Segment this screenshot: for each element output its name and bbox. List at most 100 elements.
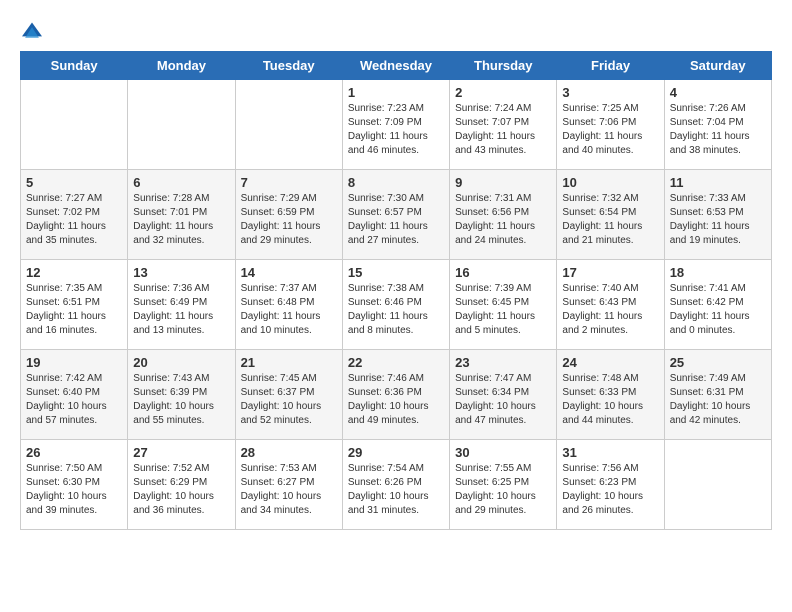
calendar-cell: 20 Sunrise: 7:43 AM Sunset: 6:39 PM Dayli… <box>128 350 235 440</box>
day-info: Sunrise: 7:23 AM Sunset: 7:09 PM Dayligh… <box>348 102 444 158</box>
calendar-week-row: 1 Sunrise: 7:23 AM Sunset: 7:09 PM Daylig… <box>21 80 772 170</box>
calendar-cell: 4Sunrise: 7:26 AM Sunset: 7:04 PM Daylig… <box>664 80 771 170</box>
calendar-cell: 11 Sunrise: 7:33 AM Sunset: 6:53 PM Dayli… <box>664 170 771 260</box>
calendar-cell: 17Sunrise: 7:40 AM Sunset: 6:43 PM Dayli… <box>557 260 664 350</box>
day-info: Sunrise: 7:38 AM Sunset: 6:46 PM Dayligh… <box>348 282 444 338</box>
day-number: 9 <box>455 175 551 190</box>
calendar-cell: 12 Sunrise: 7:35 AM Sunset: 6:51 PM Dayli… <box>21 260 128 350</box>
day-number: 8 <box>348 175 444 190</box>
weekday-header-friday: Friday <box>557 52 664 80</box>
day-info: Sunrise: 7:42 AM Sunset: 6:40 PM Dayligh… <box>26 372 122 428</box>
day-number: 24 <box>562 355 658 370</box>
calendar-cell <box>664 440 771 530</box>
day-number: 17 <box>562 265 658 280</box>
day-info: Sunrise: 7:32 AM Sunset: 6:54 PM Dayligh… <box>562 192 658 248</box>
day-number: 12 <box>26 265 122 280</box>
calendar-cell: 21Sunrise: 7:45 AM Sunset: 6:37 PM Dayli… <box>235 350 342 440</box>
day-number: 5 <box>26 175 122 190</box>
weekday-header-wednesday: Wednesday <box>342 52 449 80</box>
day-number: 4 <box>670 85 766 100</box>
day-number: 16 <box>455 265 551 280</box>
calendar-cell <box>128 80 235 170</box>
calendar-cell: 8 Sunrise: 7:30 AM Sunset: 6:57 PM Daylig… <box>342 170 449 260</box>
calendar-cell: 13Sunrise: 7:36 AM Sunset: 6:49 PM Dayli… <box>128 260 235 350</box>
day-number: 27 <box>133 445 229 460</box>
weekday-header-thursday: Thursday <box>450 52 557 80</box>
day-info: Sunrise: 7:54 AM Sunset: 6:26 PM Dayligh… <box>348 462 444 518</box>
day-number: 18 <box>670 265 766 280</box>
day-info: Sunrise: 7:43 AM Sunset: 6:39 PM Dayligh… <box>133 372 229 428</box>
calendar-cell: 18Sunrise: 7:41 AM Sunset: 6:42 PM Dayli… <box>664 260 771 350</box>
day-info: Sunrise: 7:35 AM Sunset: 6:51 PM Dayligh… <box>26 282 122 338</box>
calendar-cell: 5 Sunrise: 7:27 AM Sunset: 7:02 PM Daylig… <box>21 170 128 260</box>
calendar-week-row: 12 Sunrise: 7:35 AM Sunset: 6:51 PM Dayli… <box>21 260 772 350</box>
weekday-header-monday: Monday <box>128 52 235 80</box>
day-number: 23 <box>455 355 551 370</box>
day-info: Sunrise: 7:29 AM Sunset: 6:59 PM Dayligh… <box>241 192 337 248</box>
day-info: Sunrise: 7:46 AM Sunset: 6:36 PM Dayligh… <box>348 372 444 428</box>
day-info: Sunrise: 7:37 AM Sunset: 6:48 PM Dayligh… <box>241 282 337 338</box>
day-number: 19 <box>26 355 122 370</box>
calendar-week-row: 19 Sunrise: 7:42 AM Sunset: 6:40 PM Dayli… <box>21 350 772 440</box>
day-number: 1 <box>348 85 444 100</box>
calendar-cell: 23Sunrise: 7:47 AM Sunset: 6:34 PM Dayli… <box>450 350 557 440</box>
calendar-cell: 22 Sunrise: 7:46 AM Sunset: 6:36 PM Dayli… <box>342 350 449 440</box>
day-number: 2 <box>455 85 551 100</box>
calendar-cell: 29 Sunrise: 7:54 AM Sunset: 6:26 PM Dayli… <box>342 440 449 530</box>
day-info: Sunrise: 7:30 AM Sunset: 6:57 PM Dayligh… <box>348 192 444 248</box>
day-number: 22 <box>348 355 444 370</box>
logo <box>20 20 48 41</box>
day-info: Sunrise: 7:49 AM Sunset: 6:31 PM Dayligh… <box>670 372 766 428</box>
calendar-cell: 31 Sunrise: 7:56 AM Sunset: 6:23 PM Dayli… <box>557 440 664 530</box>
calendar-cell: 6 Sunrise: 7:28 AM Sunset: 7:01 PM Daylig… <box>128 170 235 260</box>
calendar-cell: 9 Sunrise: 7:31 AM Sunset: 6:56 PM Daylig… <box>450 170 557 260</box>
calendar-week-row: 5 Sunrise: 7:27 AM Sunset: 7:02 PM Daylig… <box>21 170 772 260</box>
day-number: 25 <box>670 355 766 370</box>
logo-icon <box>20 21 44 41</box>
day-info: Sunrise: 7:56 AM Sunset: 6:23 PM Dayligh… <box>562 462 658 518</box>
calendar-cell: 26Sunrise: 7:50 AM Sunset: 6:30 PM Dayli… <box>21 440 128 530</box>
calendar-cell: 10 Sunrise: 7:32 AM Sunset: 6:54 PM Dayli… <box>557 170 664 260</box>
day-number: 20 <box>133 355 229 370</box>
calendar-cell: 28 Sunrise: 7:53 AM Sunset: 6:27 PM Dayli… <box>235 440 342 530</box>
calendar-cell: 2 Sunrise: 7:24 AM Sunset: 7:07 PM Daylig… <box>450 80 557 170</box>
calendar-cell: 15 Sunrise: 7:38 AM Sunset: 6:46 PM Dayli… <box>342 260 449 350</box>
calendar-cell <box>235 80 342 170</box>
calendar-cell: 14 Sunrise: 7:37 AM Sunset: 6:48 PM Dayli… <box>235 260 342 350</box>
day-info: Sunrise: 7:39 AM Sunset: 6:45 PM Dayligh… <box>455 282 551 338</box>
calendar-cell: 1 Sunrise: 7:23 AM Sunset: 7:09 PM Daylig… <box>342 80 449 170</box>
day-info: Sunrise: 7:25 AM Sunset: 7:06 PM Dayligh… <box>562 102 658 158</box>
calendar-cell: 19 Sunrise: 7:42 AM Sunset: 6:40 PM Dayli… <box>21 350 128 440</box>
day-info: Sunrise: 7:45 AM Sunset: 6:37 PM Dayligh… <box>241 372 337 428</box>
day-info: Sunrise: 7:33 AM Sunset: 6:53 PM Dayligh… <box>670 192 766 248</box>
day-number: 31 <box>562 445 658 460</box>
day-info: Sunrise: 7:55 AM Sunset: 6:25 PM Dayligh… <box>455 462 551 518</box>
day-number: 28 <box>241 445 337 460</box>
day-number: 7 <box>241 175 337 190</box>
page-header <box>20 20 772 41</box>
day-info: Sunrise: 7:24 AM Sunset: 7:07 PM Dayligh… <box>455 102 551 158</box>
day-number: 30 <box>455 445 551 460</box>
calendar-cell: 16 Sunrise: 7:39 AM Sunset: 6:45 PM Dayli… <box>450 260 557 350</box>
calendar-week-row: 26Sunrise: 7:50 AM Sunset: 6:30 PM Dayli… <box>21 440 772 530</box>
day-info: Sunrise: 7:28 AM Sunset: 7:01 PM Dayligh… <box>133 192 229 248</box>
day-info: Sunrise: 7:50 AM Sunset: 6:30 PM Dayligh… <box>26 462 122 518</box>
day-info: Sunrise: 7:53 AM Sunset: 6:27 PM Dayligh… <box>241 462 337 518</box>
day-info: Sunrise: 7:36 AM Sunset: 6:49 PM Dayligh… <box>133 282 229 338</box>
calendar-cell: 3 Sunrise: 7:25 AM Sunset: 7:06 PM Daylig… <box>557 80 664 170</box>
weekday-header-saturday: Saturday <box>664 52 771 80</box>
calendar-cell <box>21 80 128 170</box>
day-number: 14 <box>241 265 337 280</box>
day-number: 6 <box>133 175 229 190</box>
day-number: 15 <box>348 265 444 280</box>
day-info: Sunrise: 7:52 AM Sunset: 6:29 PM Dayligh… <box>133 462 229 518</box>
day-number: 29 <box>348 445 444 460</box>
day-info: Sunrise: 7:27 AM Sunset: 7:02 PM Dayligh… <box>26 192 122 248</box>
calendar-table: SundayMondayTuesdayWednesdayThursdayFrid… <box>20 51 772 530</box>
weekday-header-sunday: Sunday <box>21 52 128 80</box>
calendar-cell: 27 Sunrise: 7:52 AM Sunset: 6:29 PM Dayli… <box>128 440 235 530</box>
day-number: 3 <box>562 85 658 100</box>
day-number: 10 <box>562 175 658 190</box>
day-info: Sunrise: 7:31 AM Sunset: 6:56 PM Dayligh… <box>455 192 551 248</box>
day-number: 11 <box>670 175 766 190</box>
